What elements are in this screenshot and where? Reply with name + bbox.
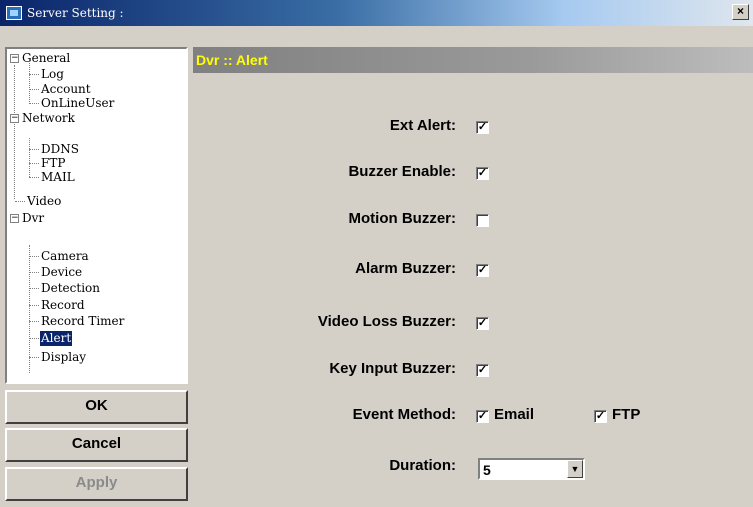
event-ftp-checkbox[interactable]: ✓ <box>594 410 607 423</box>
panel-title: Dvr :: Alert <box>196 52 268 68</box>
tree-item-detection[interactable]: Detection <box>41 281 100 296</box>
tree-item-record-timer[interactable]: Record Timer <box>41 314 124 329</box>
tree-item-video[interactable]: Video <box>27 194 61 209</box>
tree-line <box>29 288 39 289</box>
tree-item-account[interactable]: Account <box>41 82 91 97</box>
tree-line <box>29 245 30 373</box>
key-input-buzzer-checkbox[interactable]: ✓ <box>476 364 489 377</box>
motion-buzzer-checkbox[interactable] <box>476 214 489 227</box>
tree-line <box>29 305 39 306</box>
tree-line <box>15 201 25 202</box>
window-titlebar: Server Setting : × <box>0 0 753 26</box>
tree-item-device[interactable]: Device <box>41 265 82 280</box>
alarm-buzzer-checkbox[interactable]: ✓ <box>476 264 489 277</box>
tree-line <box>29 357 39 358</box>
duration-value: 5 <box>483 462 491 478</box>
window-title: Server Setting : <box>27 6 124 20</box>
video-loss-buzzer-label: Video Loss Buzzer: <box>317 313 456 330</box>
tree-line <box>29 177 39 178</box>
tree-item-onlineuser[interactable]: OnLineUser <box>41 96 114 111</box>
settings-tree[interactable]: − General Log Account OnLineUser − Netwo… <box>5 47 188 384</box>
tree-line <box>29 163 39 164</box>
tree-item-ftp[interactable]: FTP <box>41 156 65 171</box>
collapse-icon[interactable]: − <box>10 114 19 123</box>
alarm-buzzer-label: Alarm Buzzer: <box>355 260 456 277</box>
collapse-icon[interactable]: − <box>10 214 19 223</box>
tree-line <box>29 89 39 90</box>
event-method-label: Event Method: <box>352 406 456 423</box>
tree-item-display[interactable]: Display <box>41 350 86 365</box>
tree-item-record[interactable]: Record <box>41 298 85 313</box>
tree-item-alert[interactable]: Alert <box>40 331 73 346</box>
tree-item-dvr[interactable]: Dvr <box>22 211 44 226</box>
ext-alert-checkbox[interactable]: ✓ <box>476 121 489 134</box>
app-icon <box>6 6 22 20</box>
close-button[interactable]: × <box>732 4 749 20</box>
tree-item-ddns[interactable]: DDNS <box>41 142 79 157</box>
collapse-icon[interactable]: − <box>10 54 19 63</box>
tree-line <box>29 74 39 75</box>
duration-select[interactable]: 5 ▼ <box>478 458 585 480</box>
motion-buzzer-label: Motion Buzzer: <box>348 210 456 227</box>
tree-item-network[interactable]: Network <box>22 111 75 126</box>
tree-item-log[interactable]: Log <box>41 67 64 82</box>
tree-line <box>29 63 30 102</box>
tree-line <box>29 149 39 150</box>
event-email-checkbox[interactable]: ✓ <box>476 410 489 423</box>
tree-line <box>29 103 39 104</box>
buzzer-enable-checkbox[interactable]: ✓ <box>476 167 489 180</box>
tree-item-camera[interactable]: Camera <box>41 249 89 264</box>
buzzer-enable-label: Buzzer Enable: <box>348 163 456 180</box>
tree-line <box>14 65 15 199</box>
tree-line <box>29 256 39 257</box>
tree-item-mail[interactable]: MAIL <box>41 170 75 185</box>
tree-line <box>29 138 30 177</box>
tree-line <box>29 338 39 339</box>
video-loss-buzzer-checkbox[interactable]: ✓ <box>476 317 489 330</box>
tree-item-general[interactable]: General <box>22 51 70 66</box>
duration-label: Duration: <box>389 457 456 474</box>
tree-line <box>29 321 39 322</box>
ok-button[interactable]: OK <box>5 390 188 424</box>
key-input-buzzer-label: Key Input Buzzer: <box>329 360 456 377</box>
chevron-down-icon[interactable]: ▼ <box>567 460 583 478</box>
event-ftp-label: FTP <box>612 406 641 423</box>
panel-header: Dvr :: Alert <box>193 47 753 73</box>
ext-alert-label: Ext Alert: <box>389 117 456 134</box>
apply-button[interactable]: Apply <box>5 467 188 501</box>
cancel-button[interactable]: Cancel <box>5 428 188 462</box>
event-email-label: Email <box>494 406 535 423</box>
tree-line <box>29 272 39 273</box>
